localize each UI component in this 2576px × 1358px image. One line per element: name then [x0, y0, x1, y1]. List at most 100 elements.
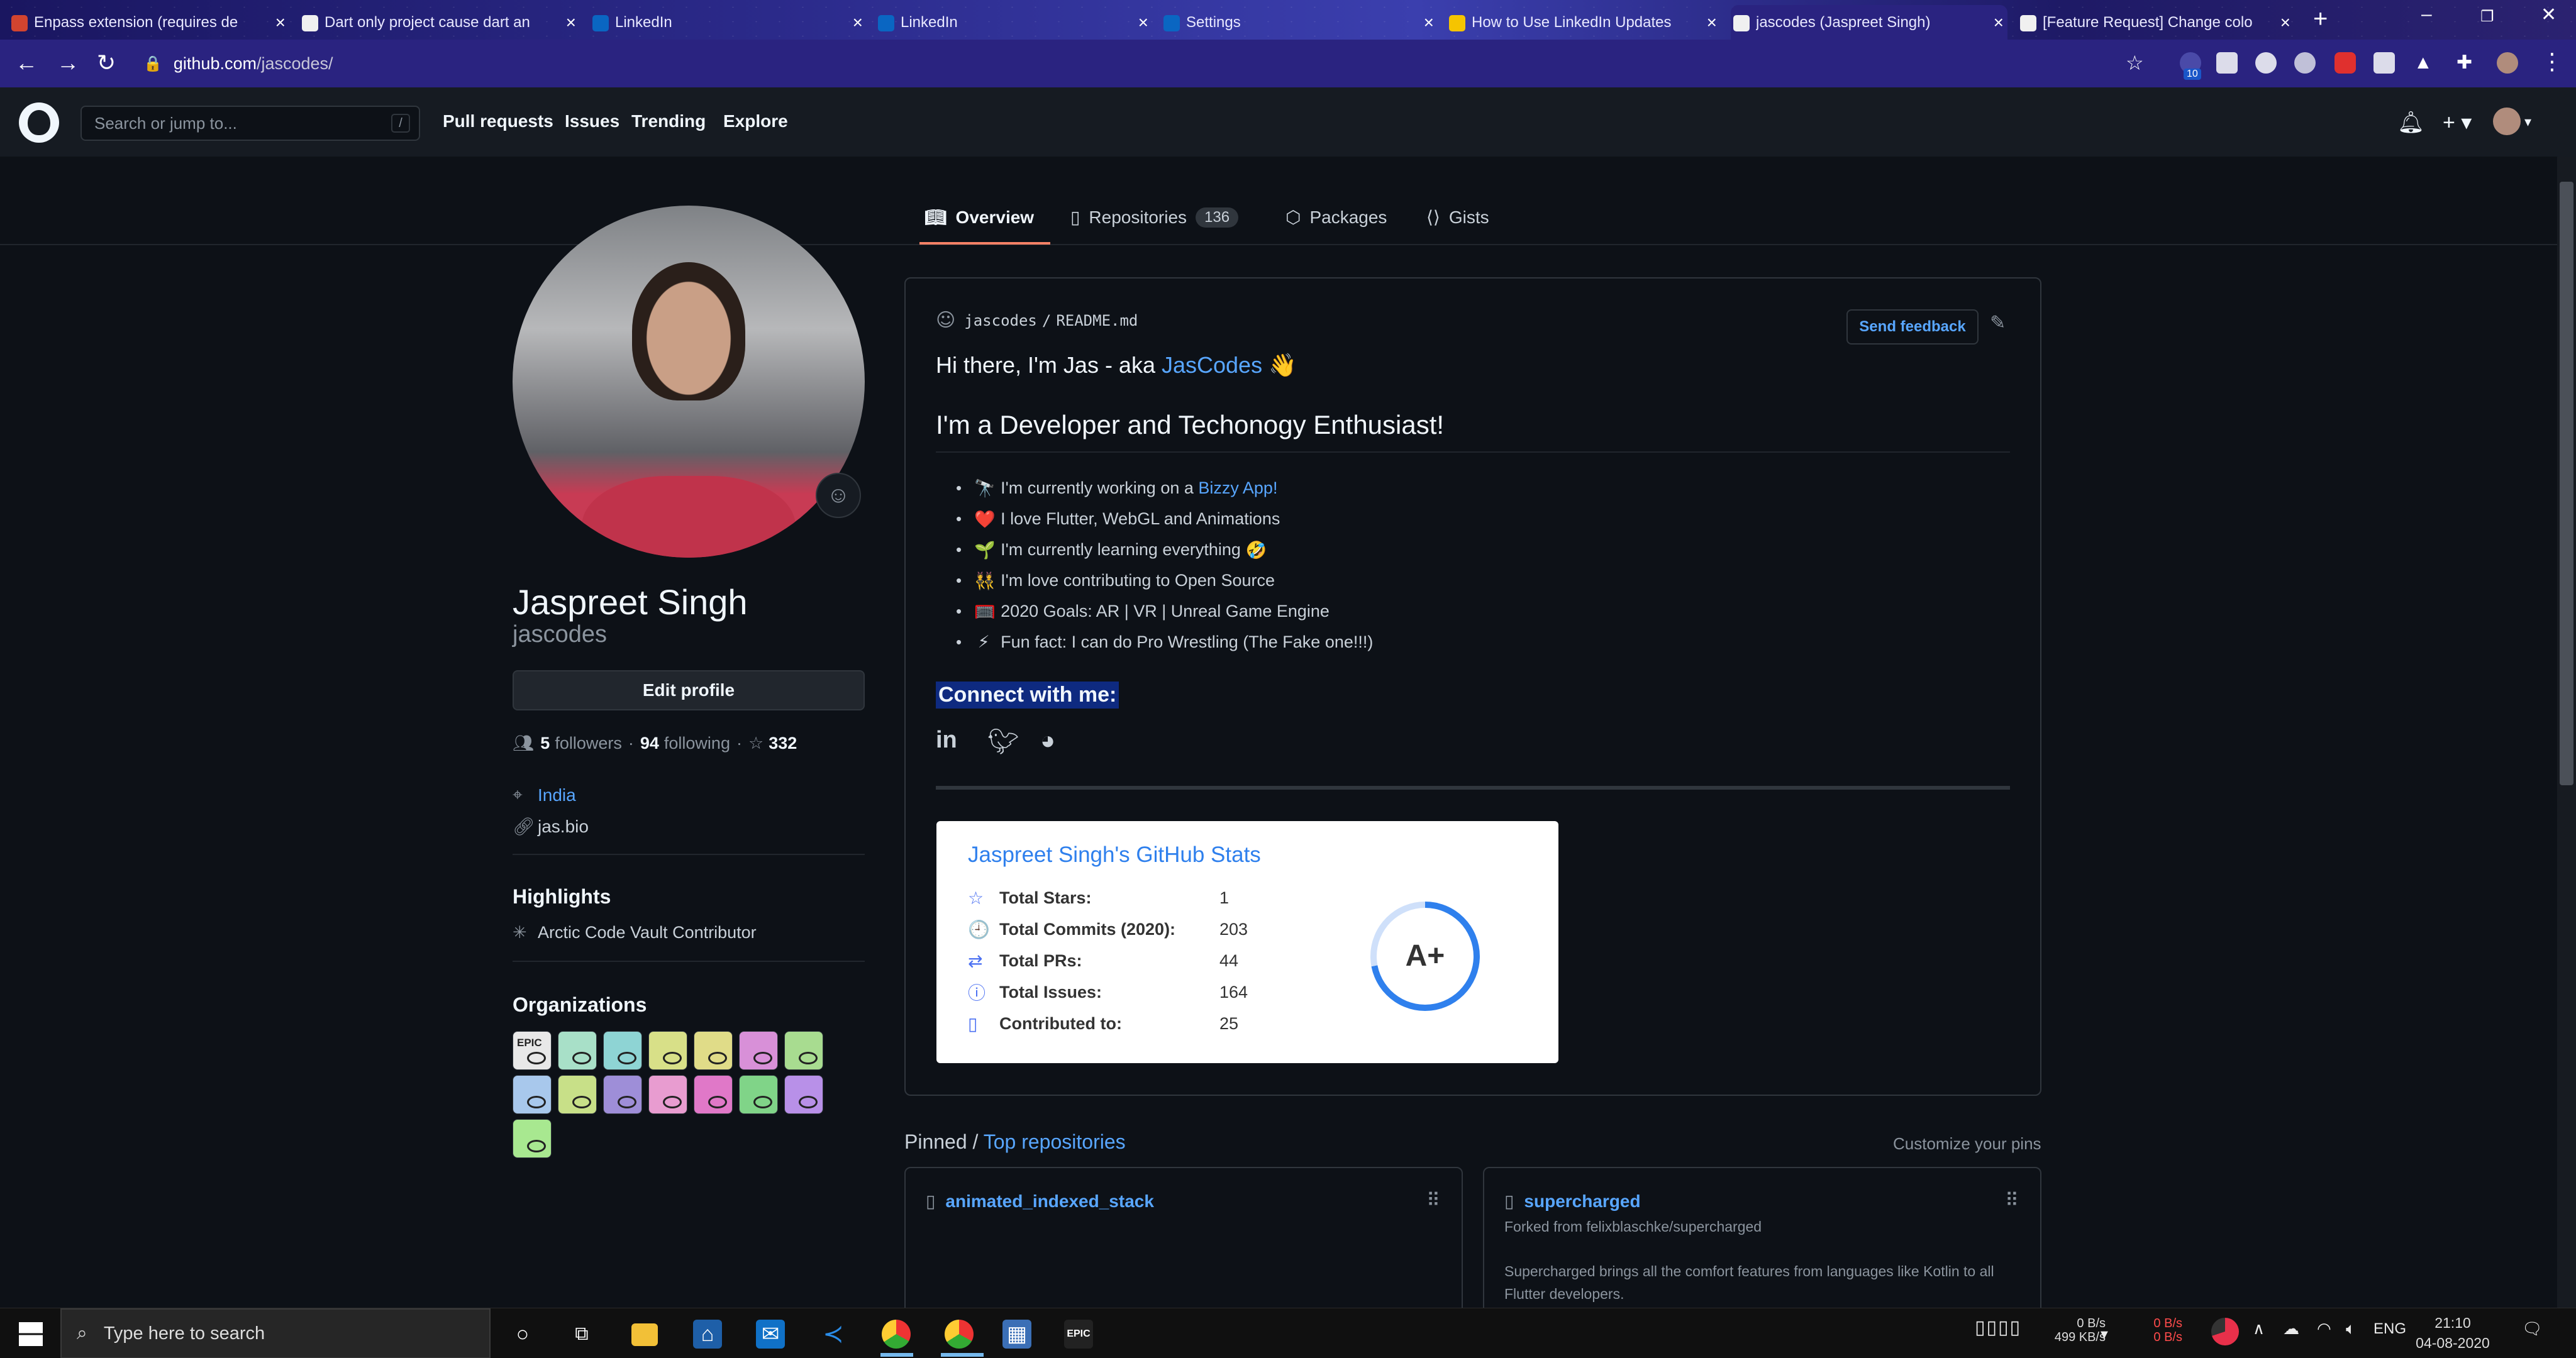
- scrollbar-thumb[interactable]: [2560, 182, 2573, 785]
- dropdown-arrow-icon[interactable]: ▼: [2098, 1328, 2111, 1342]
- minimize-icon[interactable]: –: [2421, 4, 2432, 25]
- readme-file[interactable]: README.md: [1056, 312, 1138, 329]
- organization-avatar[interactable]: [603, 1031, 642, 1070]
- location-text[interactable]: India: [538, 785, 576, 805]
- twitter-icon[interactable]: 🐦︎: [987, 727, 1019, 756]
- organization-avatar[interactable]: [513, 1119, 552, 1158]
- followers-label[interactable]: followers: [555, 734, 622, 753]
- close-window-icon[interactable]: ✕: [2541, 4, 2557, 26]
- following-label[interactable]: following: [664, 734, 730, 753]
- github-logo-icon[interactable]: [19, 102, 59, 143]
- cortana-icon[interactable]: ○: [508, 1320, 537, 1349]
- tab-close-icon[interactable]: ×: [1707, 13, 1717, 33]
- organization-avatar[interactable]: [648, 1031, 687, 1070]
- organization-avatar[interactable]: [739, 1075, 778, 1114]
- mail-icon[interactable]: ✉: [756, 1320, 785, 1349]
- website-icon[interactable]: ◕: [1040, 727, 1055, 755]
- volume-icon[interactable]: 🔈︎: [2346, 1319, 2356, 1339]
- onedrive-cloud-icon[interactable]: ☁: [2283, 1319, 2299, 1339]
- send-feedback-button[interactable]: Send feedback: [1846, 309, 1979, 345]
- website-link[interactable]: jas.bio: [538, 817, 589, 837]
- organization-avatar[interactable]: [513, 1075, 552, 1114]
- highlight-item[interactable]: ✳ Arctic Code Vault Contributor: [513, 923, 757, 942]
- nav-issues[interactable]: Issues: [565, 111, 619, 131]
- create-new-icon[interactable]: + ▾: [2443, 110, 2472, 135]
- profile-avatar[interactable]: [513, 206, 865, 558]
- url-field[interactable]: 🔒 github.com /jascodes/: [143, 47, 2150, 80]
- restore-icon[interactable]: ❐: [2480, 8, 2494, 26]
- notifications-icon[interactable]: 🗨︎: [2522, 1319, 2543, 1339]
- customize-pins-link[interactable]: Customize your pins: [1893, 1134, 2041, 1154]
- organization-avatar[interactable]: [739, 1031, 778, 1070]
- triangle-extension-icon[interactable]: ▲: [2414, 52, 2435, 74]
- vscode-icon[interactable]: ≺: [819, 1320, 848, 1349]
- forward-icon[interactable]: →: [57, 50, 79, 76]
- stars-count[interactable]: 332: [769, 734, 797, 753]
- browser-tab[interactable]: How to Use LinkedIn Updates ×: [1446, 5, 1721, 40]
- readme-owner[interactable]: jascodes: [964, 312, 1037, 329]
- browser-tab[interactable]: Dart only project cause dart an ×: [299, 5, 580, 40]
- browser-tab[interactable]: Settings ×: [1161, 5, 1438, 40]
- pencil-edit-icon[interactable]: ✎: [1990, 312, 2006, 334]
- bookmark-star-icon[interactable]: ☆: [2126, 51, 2144, 75]
- repo-name-text[interactable]: animated_indexed_stack: [945, 1191, 1154, 1212]
- bell-icon[interactable]: 🔔︎: [2397, 110, 2424, 135]
- browser-menu-icon[interactable]: ⋮: [2541, 48, 2563, 75]
- pinned-repo-name[interactable]: ▯ supercharged: [1504, 1191, 1641, 1212]
- followers-count[interactable]: 5: [540, 734, 550, 753]
- task-view-icon[interactable]: ⧉: [567, 1320, 596, 1349]
- browser-tab[interactable]: LinkedIn ×: [875, 5, 1152, 40]
- epic-games-icon[interactable]: EPIC: [1064, 1320, 1093, 1349]
- extension-icon[interactable]: [2294, 52, 2316, 74]
- organization-avatar[interactable]: [558, 1031, 597, 1070]
- organization-avatar[interactable]: EPIC: [513, 1031, 552, 1070]
- tab-close-icon[interactable]: ×: [1424, 13, 1434, 33]
- nav-trending[interactable]: Trending: [631, 111, 706, 131]
- organization-avatar[interactable]: [558, 1075, 597, 1114]
- extension-icon[interactable]: [2334, 52, 2356, 74]
- tab-gists[interactable]: ⟨⟩ Gists: [1426, 207, 1489, 228]
- tab-close-icon[interactable]: ×: [275, 13, 286, 33]
- language-indicator[interactable]: ENG: [2373, 1320, 2406, 1338]
- windows-start-icon[interactable]: [19, 1322, 43, 1346]
- nav-explore[interactable]: Explore: [723, 111, 788, 131]
- browser-tab[interactable]: LinkedIn ×: [590, 5, 867, 40]
- organization-avatar[interactable]: [784, 1031, 823, 1070]
- shield-extension-icon[interactable]: [2216, 52, 2238, 74]
- profile-avatar-icon[interactable]: [2497, 52, 2518, 74]
- camera-extension-icon[interactable]: [2373, 52, 2395, 74]
- tab-close-icon[interactable]: ×: [566, 13, 576, 33]
- jascodes-link[interactable]: JasCodes: [1162, 352, 1262, 378]
- top-repositories-link[interactable]: Top repositories: [984, 1130, 1126, 1153]
- cpu-meter-icon[interactable]: ▯▯▯▯: [1975, 1317, 2021, 1339]
- organization-avatar[interactable]: [784, 1075, 823, 1114]
- chevron-down-icon[interactable]: ▾: [2524, 114, 2531, 130]
- back-icon[interactable]: ←: [15, 50, 38, 76]
- tab-close-icon[interactable]: ×: [1138, 13, 1148, 33]
- drag-handle-icon[interactable]: ⠿: [2005, 1190, 2019, 1212]
- wifi-icon[interactable]: ◠: [2317, 1319, 2331, 1339]
- reload-icon[interactable]: ↻: [97, 50, 116, 76]
- bizzy-app-link[interactable]: Bizzy App: [1198, 478, 1273, 498]
- tab-packages[interactable]: ⬡ Packages: [1285, 207, 1387, 228]
- clock[interactable]: 21:10 04-08-2020: [2409, 1313, 2497, 1353]
- edit-profile-button[interactable]: Edit profile: [513, 670, 865, 710]
- organization-avatar[interactable]: [648, 1075, 687, 1114]
- set-status-smiley-icon[interactable]: ☺: [816, 473, 861, 518]
- extension-icon[interactable]: [2255, 52, 2277, 74]
- browser-tab[interactable]: [Feature Request] Change colo ×: [2018, 5, 2294, 40]
- snipping-tool-icon[interactable]: ▦: [1002, 1320, 1031, 1349]
- following-count[interactable]: 94: [640, 734, 659, 753]
- pie-meter-icon[interactable]: [2211, 1318, 2239, 1345]
- repo-name-text[interactable]: supercharged: [1524, 1191, 1640, 1212]
- linkedin-icon[interactable]: in: [936, 727, 957, 754]
- tab-close-icon[interactable]: ×: [853, 13, 863, 33]
- puzzle-extension-icon[interactable]: ✚: [2457, 52, 2478, 74]
- show-hidden-icons-chevron[interactable]: ∧: [2253, 1319, 2265, 1339]
- tab-close-icon[interactable]: ×: [2280, 13, 2290, 33]
- store-icon[interactable]: ⌂: [693, 1320, 722, 1349]
- pinned-repo-name[interactable]: ▯ animated_indexed_stack: [926, 1191, 1154, 1212]
- drag-handle-icon[interactable]: ⠿: [1426, 1190, 1440, 1212]
- file-explorer-icon[interactable]: [631, 1323, 658, 1346]
- user-avatar[interactable]: [2493, 108, 2521, 135]
